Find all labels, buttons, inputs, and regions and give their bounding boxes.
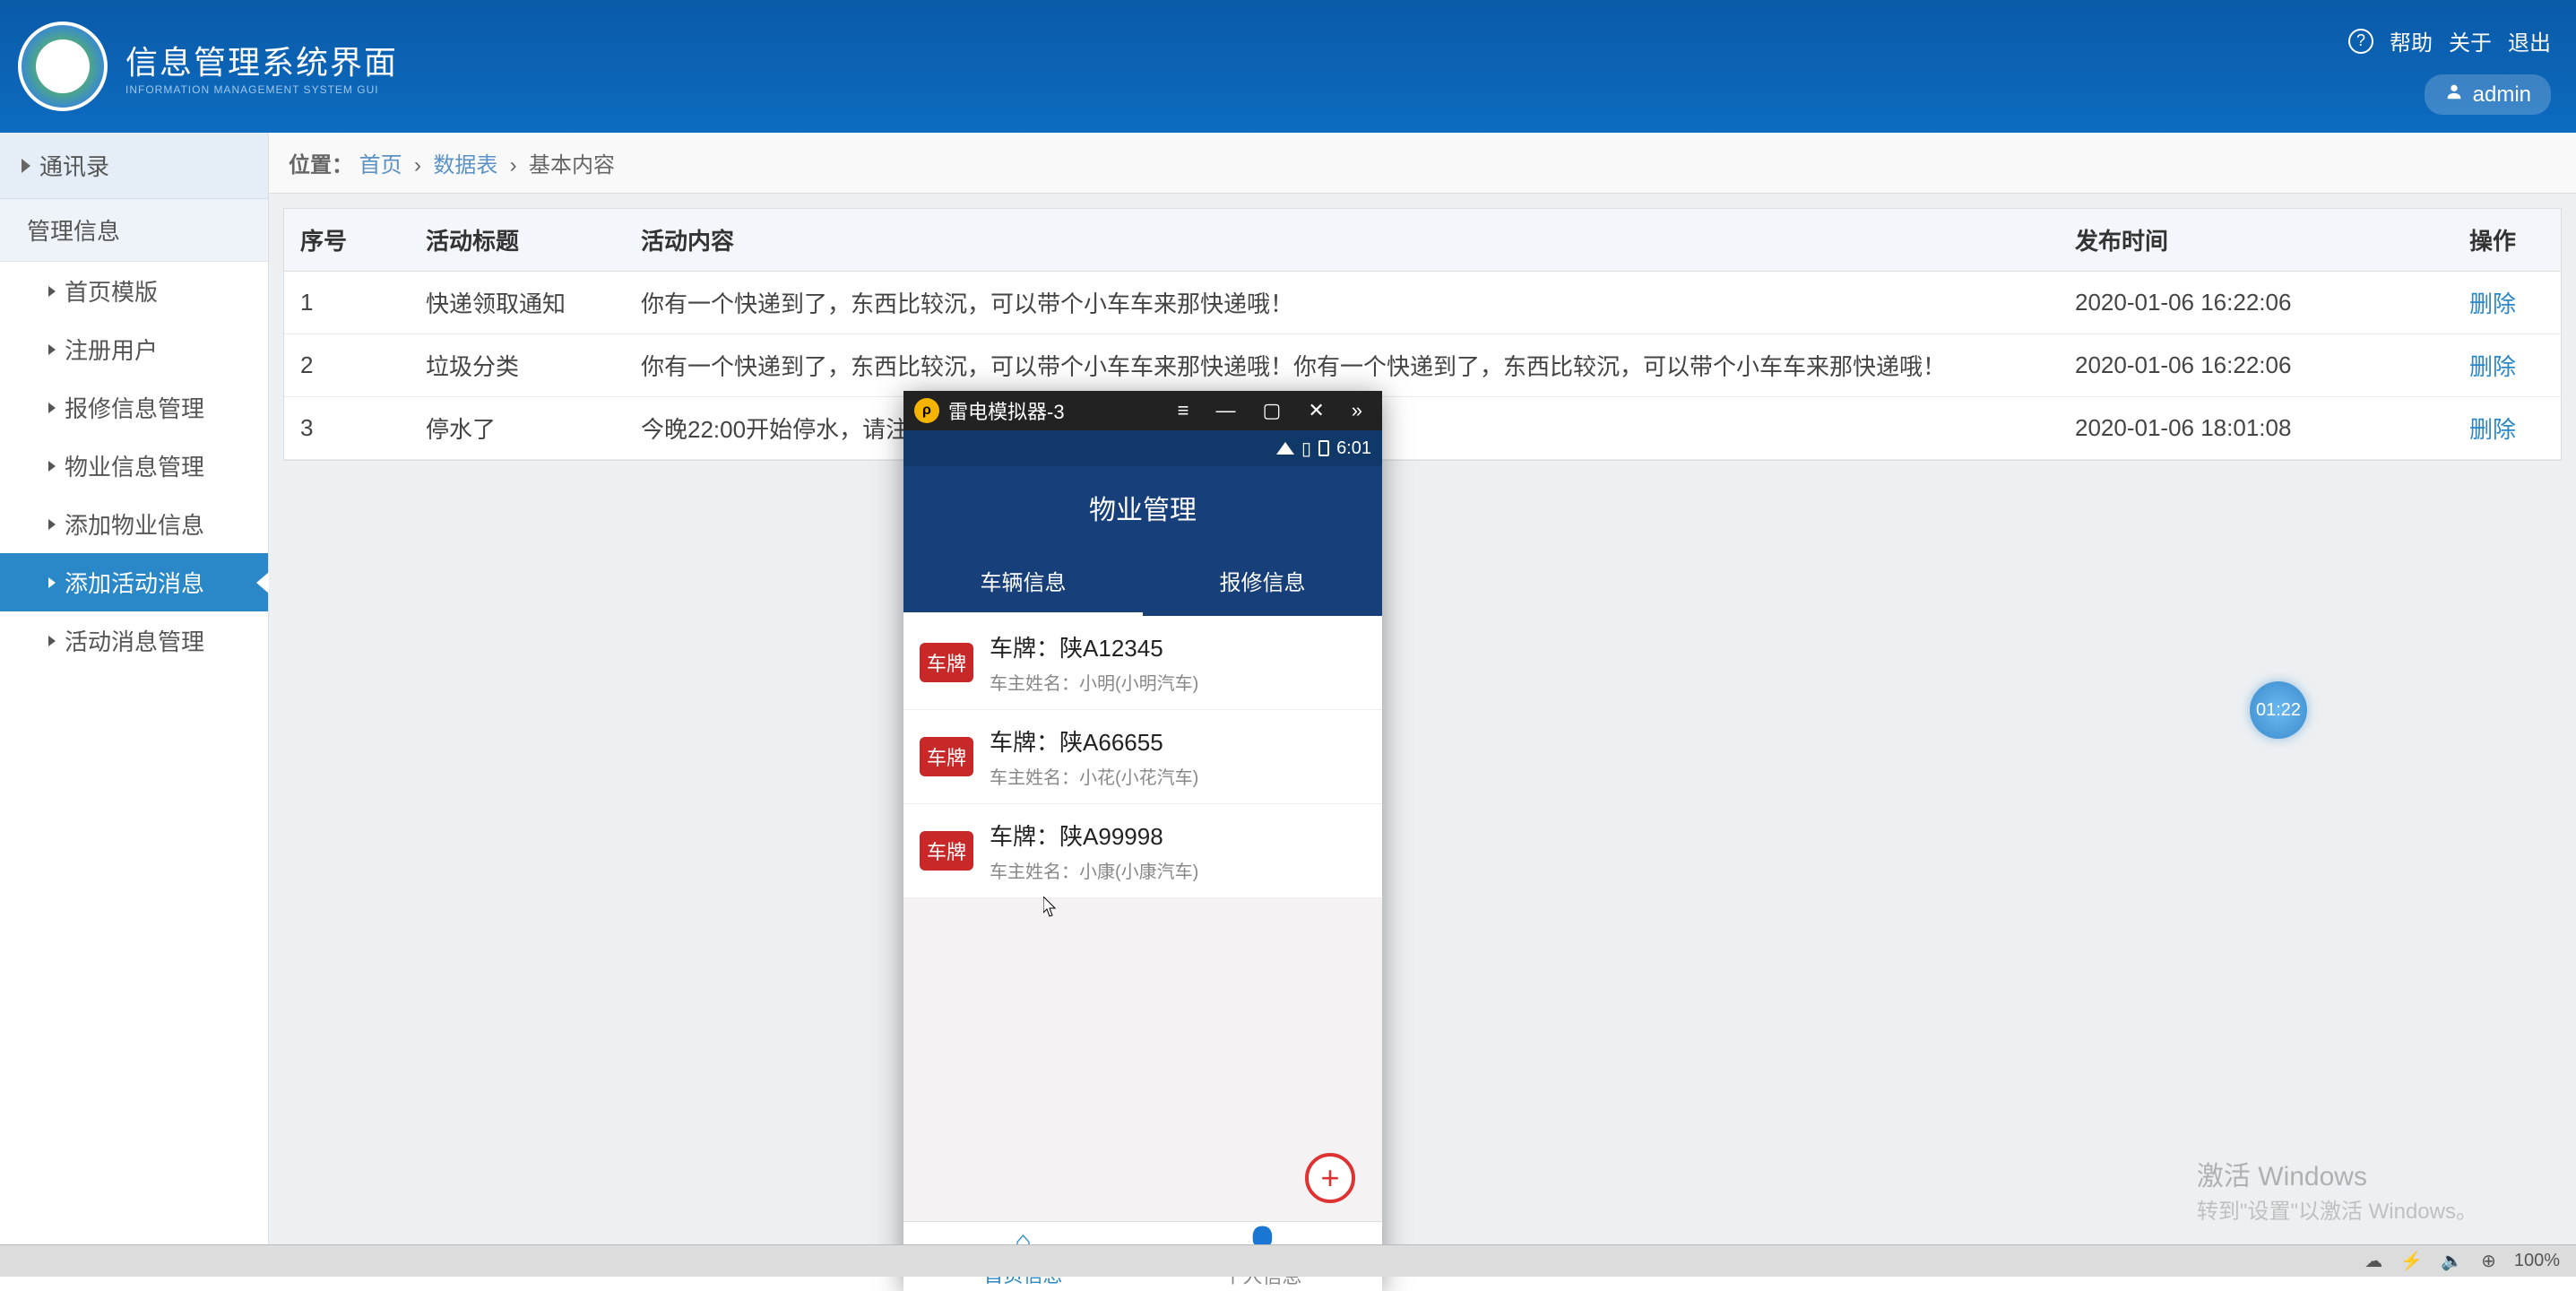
- sidebar-item-add-property[interactable]: 添加物业信息: [0, 495, 268, 553]
- logo-icon: [18, 22, 108, 111]
- arrow-right-icon: [48, 577, 56, 588]
- cursor-icon: [1043, 897, 1058, 918]
- about-link[interactable]: 关于: [2449, 25, 2492, 56]
- breadcrumb-current: 基本内容: [529, 153, 615, 178]
- col-seq: 序号: [284, 209, 410, 272]
- caret-right-icon: [22, 159, 30, 173]
- data-table: 序号 活动标题 活动内容 发布时间 操作 1 快递领取通知 你有一个快递到了，东…: [283, 208, 2562, 461]
- breadcrumb: 位置： 首页 › 数据表 › 基本内容: [269, 133, 2576, 194]
- emulator-logo-icon: ρ: [914, 398, 939, 423]
- col-time: 发布时间: [2059, 209, 2453, 272]
- list-item[interactable]: 车牌 车牌：陕A99998 车主姓名：小康(小康汽车): [903, 804, 1382, 898]
- arrow-right-icon: [48, 344, 56, 355]
- tab-vehicle-info[interactable]: 车辆信息: [903, 549, 1143, 616]
- emulator-title: 雷电模拟器-3: [948, 396, 1065, 425]
- username: admin: [2473, 82, 2531, 108]
- header-top-nav: ? 帮助 关于 退出: [2348, 25, 2551, 56]
- emulator-titlebar[interactable]: ρ 雷电模拟器-3 ≡ — ▢ ✕ »: [903, 391, 1382, 430]
- vehicle-list[interactable]: 车牌 车牌：陕A12345 车主姓名：小明(小明汽车) 车牌 车牌：陕A6665…: [903, 616, 1382, 1221]
- sidebar-item-property-info[interactable]: 物业信息管理: [0, 437, 268, 495]
- speaker-icon: 🔈: [2441, 1250, 2463, 1272]
- sidebar-item-home-template[interactable]: 首页模版: [0, 262, 268, 320]
- status-time: 6:01: [1336, 438, 1371, 459]
- breadcrumb-data[interactable]: 数据表: [433, 153, 497, 178]
- user-icon: [2444, 82, 2464, 108]
- signal-icon: ▯: [1301, 438, 1311, 460]
- col-title: 活动标题: [410, 209, 625, 272]
- delete-link[interactable]: 删除: [2469, 290, 2516, 317]
- tab-repair-info[interactable]: 报修信息: [1143, 549, 1382, 616]
- table-row: 1 快递领取通知 你有一个快递到了，东西比较沉，可以带个小车车来那快递哦！ 20…: [284, 272, 2561, 334]
- plate-badge-icon: 车牌: [920, 831, 973, 871]
- add-button[interactable]: +: [1305, 1153, 1355, 1203]
- title-sub: INFORMATION MANAGEMENT SYSTEM GUI: [125, 83, 398, 96]
- lightning-icon: ⚡: [2400, 1250, 2423, 1272]
- app-title: 物业管理: [903, 466, 1382, 549]
- table-row: 2 垃圾分类 你有一个快递到了，东西比较沉，可以带个小车车来那快递哦！你有一个快…: [284, 334, 2561, 397]
- help-link[interactable]: 帮助: [2390, 25, 2433, 56]
- zoom-level: 100%: [2514, 1251, 2560, 1271]
- app-header: 信息管理系统界面 INFORMATION MANAGEMENT SYSTEM G…: [0, 0, 2576, 133]
- sidebar: 通讯录 管理信息 首页模版 注册用户 报修信息管理 物业信息管理 添加物业信息 …: [0, 133, 269, 1277]
- windows-watermark: 激活 Windows 转到"设置"以激活 Windows。: [2197, 1154, 2477, 1225]
- zoom-icon[interactable]: ⊕: [2481, 1250, 2496, 1272]
- expand-icon[interactable]: »: [1343, 399, 1371, 422]
- user-badge[interactable]: admin: [2425, 74, 2551, 115]
- browser-statusbar: ☁ ⚡ 🔈 ⊕ 100%: [0, 1244, 2576, 1277]
- sidebar-item-register-user[interactable]: 注册用户: [0, 320, 268, 378]
- sidebar-item-add-activity[interactable]: 添加活动消息: [0, 553, 268, 611]
- close-icon[interactable]: ✕: [1299, 399, 1333, 422]
- plate-badge-icon: 车牌: [920, 643, 973, 682]
- logout-link[interactable]: 退出: [2508, 25, 2551, 56]
- sidebar-section-management[interactable]: 管理信息: [0, 199, 268, 262]
- list-item[interactable]: 车牌 车牌：陕A66655 车主姓名：小花(小花汽车): [903, 710, 1382, 804]
- battery-icon: [1318, 440, 1329, 456]
- main-content: 位置： 首页 › 数据表 › 基本内容 序号 活动标题 活动内容 发布时间 操作…: [269, 133, 2576, 1277]
- recording-timer-badge: 01:22: [2250, 681, 2307, 739]
- maximize-icon[interactable]: ▢: [1254, 399, 1291, 422]
- col-op: 操作: [2453, 209, 2561, 272]
- sidebar-item-repair-info[interactable]: 报修信息管理: [0, 378, 268, 437]
- emulator-window: ρ 雷电模拟器-3 ≡ — ▢ ✕ » ▯ 6:01 物业管理 车辆信息 报修信…: [903, 391, 1382, 1291]
- list-item[interactable]: 车牌 车牌：陕A12345 车主姓名：小明(小明汽车): [903, 616, 1382, 710]
- plate-badge-icon: 车牌: [920, 737, 973, 776]
- delete-link[interactable]: 删除: [2469, 353, 2516, 380]
- title-main: 信息管理系统界面: [125, 37, 398, 83]
- arrow-right-icon: [48, 461, 56, 472]
- breadcrumb-home[interactable]: 首页: [359, 153, 402, 178]
- col-content: 活动内容: [625, 209, 2059, 272]
- app-tabs: 车辆信息 报修信息: [903, 549, 1382, 616]
- title-block: 信息管理系统界面 INFORMATION MANAGEMENT SYSTEM G…: [125, 37, 398, 96]
- sidebar-section-contacts[interactable]: 通讯录: [0, 133, 268, 199]
- wifi-icon: [1276, 442, 1294, 455]
- table-row: 3 停水了 今晚22:00开始停水，请注意哦！ 2020-01-06 18:01…: [284, 397, 2561, 460]
- phone-statusbar: ▯ 6:01: [903, 430, 1382, 466]
- help-icon: ?: [2348, 29, 2373, 54]
- minimize-icon[interactable]: —: [1207, 399, 1245, 422]
- arrow-right-icon: [48, 519, 56, 530]
- arrow-right-icon: [48, 403, 56, 413]
- delete-link[interactable]: 删除: [2469, 416, 2516, 443]
- sidebar-item-activity-mgmt[interactable]: 活动消息管理: [0, 611, 268, 670]
- arrow-right-icon: [48, 636, 56, 646]
- menu-icon[interactable]: ≡: [1169, 399, 1198, 422]
- arrow-right-icon: [48, 286, 56, 297]
- cloud-icon: ☁: [2364, 1250, 2382, 1272]
